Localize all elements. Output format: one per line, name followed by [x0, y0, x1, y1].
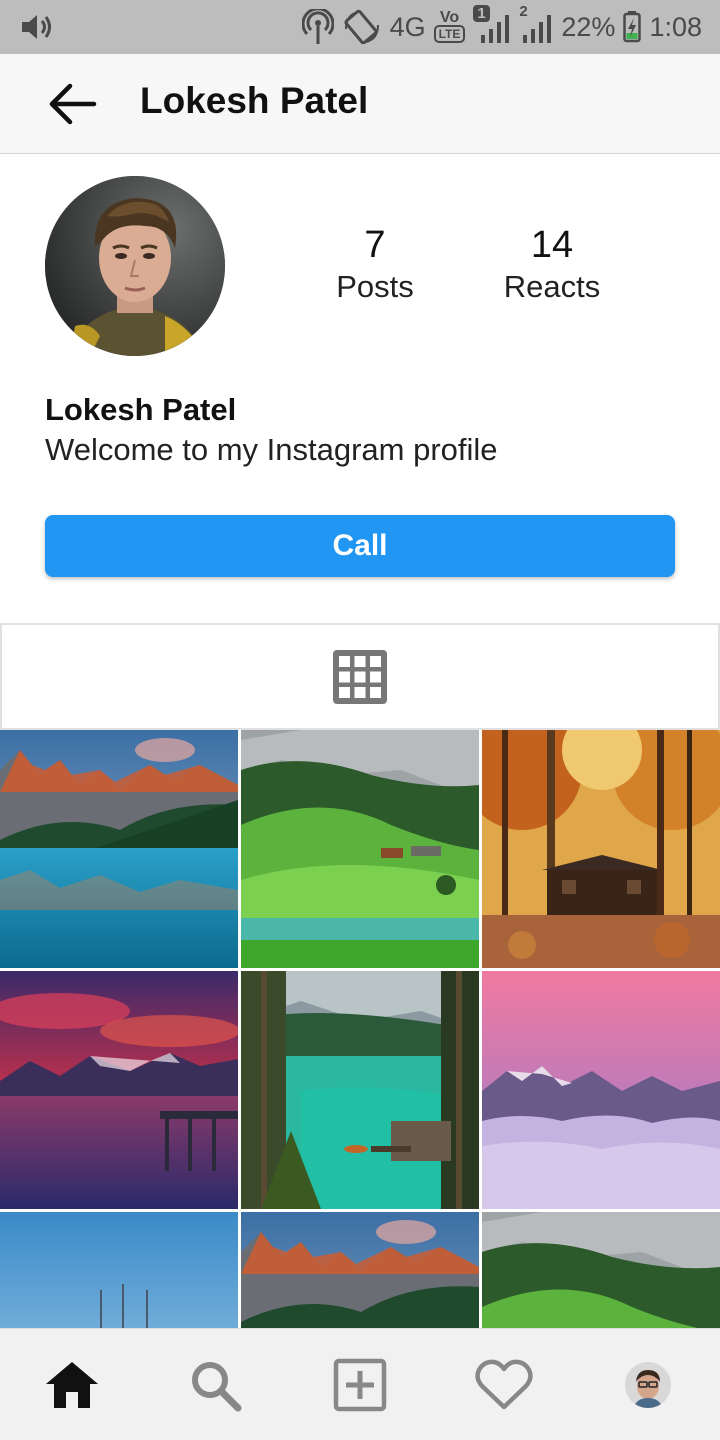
- add-post-icon: [333, 1358, 387, 1412]
- search-icon: [192, 1362, 242, 1412]
- grid-icon: [333, 649, 387, 704]
- signal-sim1-icon: 1: [473, 5, 511, 45]
- volte-icon: Vo LTE: [433, 9, 466, 43]
- network-type: 4G: [389, 11, 426, 42]
- grid-view-tab[interactable]: [0, 623, 720, 730]
- status-bar: 4G Vo LTE 1 2 22% 1:08: [0, 0, 720, 54]
- profile-bio: Welcome to my Instagram profile: [45, 432, 498, 467]
- nav-search[interactable]: [181, 1351, 249, 1419]
- photo-green-valley-lake[interactable]: [241, 730, 479, 968]
- photo-grid: [0, 730, 720, 1330]
- rotate-icon: [342, 9, 382, 45]
- photo-autumn-forest-cabin[interactable]: [482, 730, 720, 968]
- photo-mountain-sunrise[interactable]: [241, 1212, 479, 1330]
- sim1-badge: 1: [473, 5, 490, 22]
- nav-add-post[interactable]: [326, 1351, 394, 1419]
- nav-home[interactable]: [38, 1351, 106, 1419]
- nav-profile[interactable]: [614, 1351, 682, 1419]
- profile-avatar[interactable]: [45, 176, 225, 356]
- stat-posts[interactable]: 7 Posts: [325, 222, 425, 306]
- posts-count: 7: [364, 224, 386, 266]
- photo-green-valley[interactable]: [482, 1212, 720, 1330]
- signal-sim2-icon: 2: [519, 3, 553, 45]
- battery-charging-icon: [623, 11, 642, 43]
- volte-label: Vo: [439, 9, 460, 26]
- nav-activity[interactable]: [470, 1351, 538, 1419]
- photo-turquoise-lake-forest[interactable]: [241, 971, 479, 1209]
- photo-blue-sky-poles[interactable]: [0, 1212, 238, 1330]
- volume-icon: [20, 12, 56, 47]
- profile-name: Lokesh Patel: [45, 392, 237, 427]
- call-button[interactable]: Call: [45, 515, 675, 577]
- profile-photo: [45, 176, 225, 356]
- home-icon: [46, 1362, 98, 1408]
- heart-icon: [475, 1359, 533, 1410]
- reacts-count: 14: [530, 224, 574, 266]
- arrow-left-icon: [49, 83, 97, 125]
- clock: 1:08: [649, 11, 702, 42]
- profile-avatar-small: [625, 1362, 671, 1408]
- posts-label: Posts: [336, 269, 414, 304]
- photo-pink-sky-mountains-clouds[interactable]: [482, 971, 720, 1209]
- battery-percent: 22%: [561, 11, 616, 42]
- sim2-badge: 2: [519, 3, 528, 20]
- photo-lake-mountain-sunrise[interactable]: [0, 730, 238, 968]
- reacts-label: Reacts: [503, 269, 601, 304]
- lte-label: LTE: [433, 25, 466, 43]
- photo-sunset-lake-pier[interactable]: [0, 971, 238, 1209]
- stat-reacts[interactable]: 14 Reacts: [490, 222, 614, 306]
- app-bar: Lokesh Patel: [0, 54, 720, 154]
- hotspot-icon: [301, 9, 334, 45]
- back-button[interactable]: [40, 76, 104, 132]
- page-title: Lokesh Patel: [140, 80, 369, 121]
- bottom-nav: [0, 1328, 720, 1440]
